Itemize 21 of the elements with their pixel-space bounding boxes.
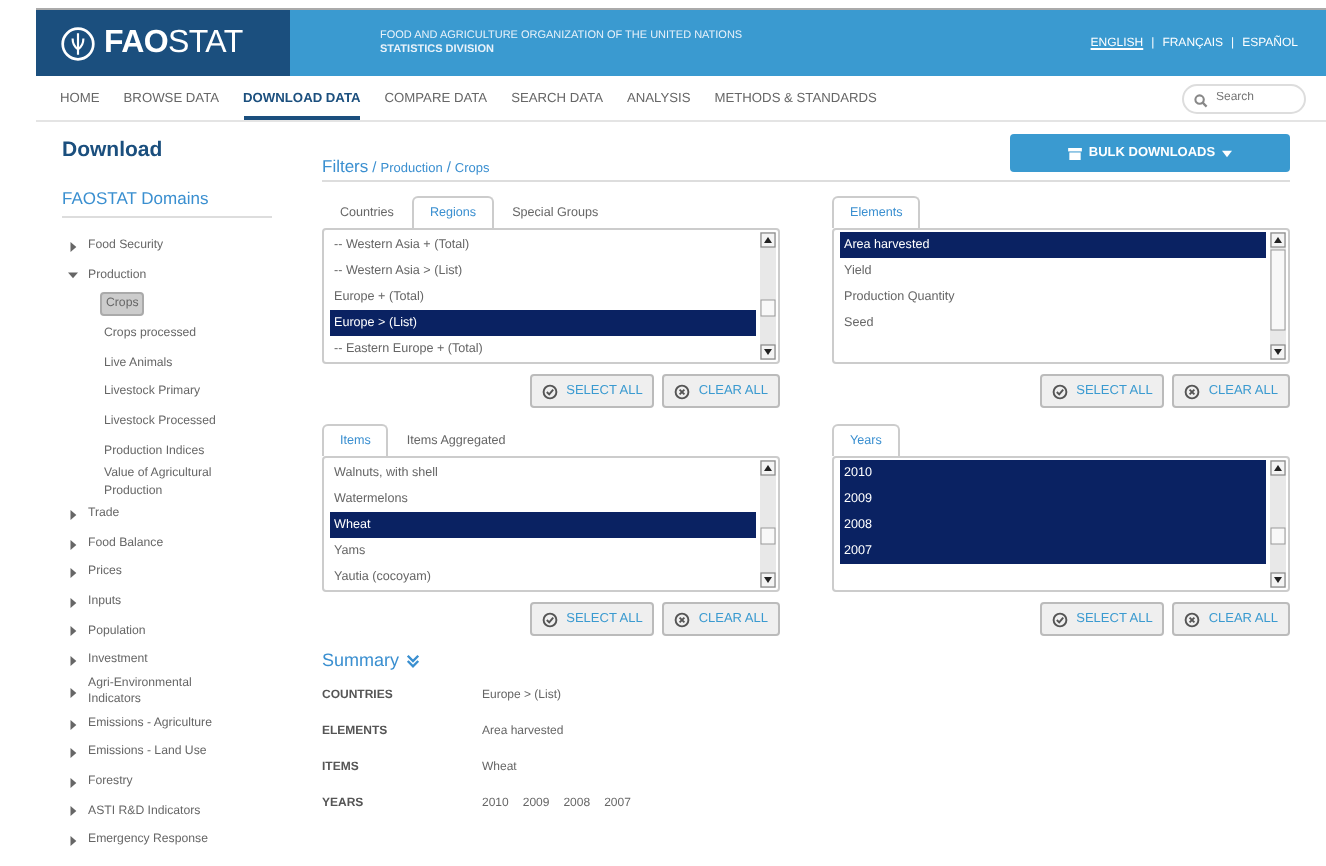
emblem-icon [60, 25, 96, 61]
filters-heading: Filters [322, 156, 369, 176]
scrollbar [1270, 460, 1286, 588]
check-circle-icon [542, 383, 559, 399]
check-circle-icon [542, 611, 559, 627]
scrollbar [760, 232, 776, 360]
close-circle-icon [1184, 611, 1201, 627]
check-circle-icon [1052, 611, 1069, 627]
close-circle-icon [1184, 383, 1201, 399]
check-circle-icon [1052, 383, 1069, 399]
sidebar-title: FAOSTAT Domains [62, 188, 272, 218]
logo-text: FAOSTAT [104, 25, 243, 61]
caret-icon [1221, 149, 1232, 157]
archive-icon [1068, 147, 1083, 159]
scrollbar [1270, 232, 1286, 360]
scrollbar [760, 460, 776, 588]
page-title: Download [62, 138, 165, 162]
summary-heading: Summary [322, 650, 400, 670]
close-circle-icon [674, 611, 691, 627]
chevron-down-icon [405, 653, 420, 667]
close-circle-icon [674, 383, 691, 399]
